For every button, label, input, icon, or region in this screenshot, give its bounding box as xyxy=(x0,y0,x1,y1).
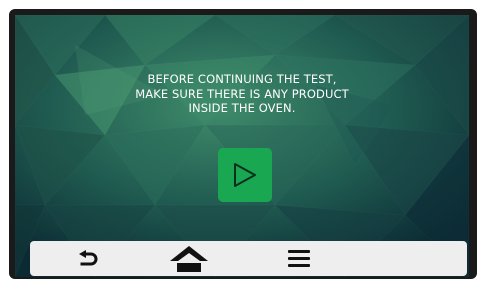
warning-message: BEFORE CONTINUING THE TEST, MAKE SURE TH… xyxy=(15,72,469,116)
polygon-background xyxy=(15,15,469,277)
back-button[interactable] xyxy=(58,241,118,276)
back-arrow-icon xyxy=(79,250,98,266)
menu-button[interactable] xyxy=(284,241,344,276)
play-icon xyxy=(234,163,256,187)
touch-screen: BEFORE CONTINUING THE TEST, MAKE SURE TH… xyxy=(15,15,469,277)
bottom-nav-bar xyxy=(30,241,467,276)
message-line-1: BEFORE CONTINUING THE TEST, xyxy=(147,72,337,86)
message-line-3: INSIDE THE OVEN. xyxy=(188,101,296,115)
home-button[interactable] xyxy=(156,241,216,276)
message-line-2: MAKE SURE THERE IS ANY PRODUCT xyxy=(135,86,349,101)
home-icon xyxy=(170,246,208,272)
hamburger-menu-icon xyxy=(288,250,310,267)
start-button[interactable] xyxy=(218,148,272,202)
